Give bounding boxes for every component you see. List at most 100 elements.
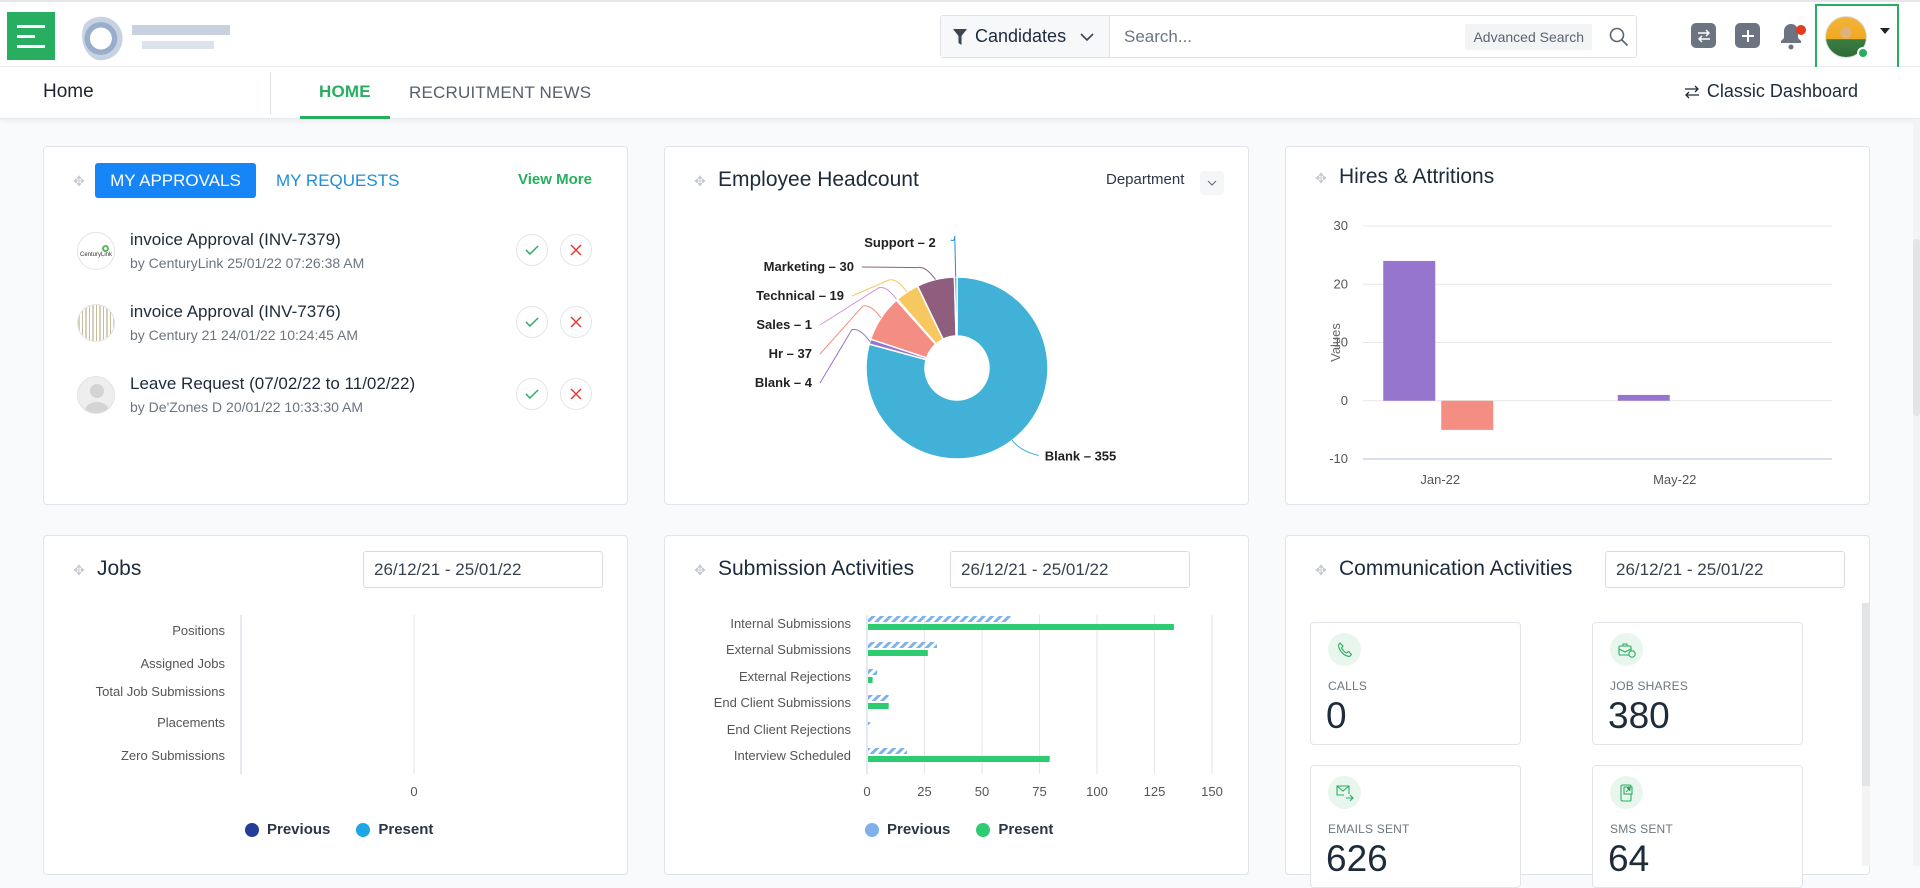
drag-handle-icon[interactable]: ✥ <box>71 173 87 189</box>
plus-icon <box>1741 29 1754 42</box>
search-input[interactable] <box>1110 16 1466 57</box>
communication-scrollbar[interactable] <box>1862 603 1870 866</box>
y-tick-label: Placements <box>157 715 225 730</box>
stat-label: JOB SHARES <box>1610 679 1689 693</box>
top-bar: Candidates Advanced Search <box>0 0 1920 69</box>
communication-title: Communication Activities <box>1339 557 1573 580</box>
bar-present <box>868 650 928 656</box>
jobs-bar-chart: Positions Assigned Jobs Total Job Submissi… <box>96 615 418 799</box>
bar-present <box>868 677 873 683</box>
approval-item[interactable]: invoice Approval (INV-7376) by Century 2… <box>77 302 597 360</box>
bar-previous <box>868 616 1011 622</box>
filter-icon <box>953 28 967 45</box>
switch-button[interactable] <box>1691 23 1716 48</box>
y-tick-label: Total Job Submissions <box>96 684 226 699</box>
y-tick-label: -10 <box>1329 451 1348 466</box>
stat-value: 380 <box>1608 695 1670 736</box>
sub-navigation: Home HOME RECRUITMENT NEWS Classic Dashb… <box>0 67 1920 119</box>
bar-previous <box>868 695 889 701</box>
century21-logo <box>77 304 115 342</box>
communication-date-range-input[interactable]: 26/12/21 - 25/01/22 <box>1605 551 1845 588</box>
online-status-indicator <box>1857 47 1869 59</box>
divider <box>270 72 271 114</box>
pie-leader-line <box>1011 440 1039 456</box>
sms-sent-icon <box>1619 783 1633 802</box>
x-tick-label: May-22 <box>1653 472 1696 487</box>
scrollbar-thumb[interactable] <box>1862 603 1870 786</box>
bar-present <box>868 624 1174 630</box>
search-filter-select[interactable]: Candidates <box>941 16 1110 57</box>
hamburger-menu-button[interactable] <box>7 12 55 60</box>
briefcase-share-icon <box>1617 642 1636 658</box>
advanced-search-button[interactable]: Advanced Search <box>1465 23 1592 50</box>
y-tick-label: Assigned Jobs <box>140 656 225 671</box>
stat-card-job-shares[interactable]: JOB SHARES 380 <box>1592 622 1803 745</box>
stat-card-sms-sent[interactable]: SMS SENT 64 <box>1592 765 1803 888</box>
company-logo[interactable] <box>82 11 277 61</box>
tab-my-approvals[interactable]: MY APPROVALS <box>95 163 256 198</box>
swap-icon <box>1697 29 1710 42</box>
view-more-link[interactable]: View More <box>518 171 592 188</box>
approve-button[interactable] <box>516 378 548 410</box>
tab-home[interactable]: HOME <box>300 67 390 119</box>
submissions-bar-chart: 0 25 50 75 100 125 150 Internal Submissions Exte… <box>714 615 1223 799</box>
legend-item-present[interactable]: Present <box>976 821 1053 838</box>
reject-button[interactable] <box>560 234 592 266</box>
approval-title: Leave Request (07/02/22 to 11/02/22) <box>130 374 416 393</box>
approval-title: invoice Approval (INV-7376) <box>130 302 341 321</box>
y-tick-label: 0 <box>1341 393 1348 408</box>
legend-item-previous[interactable]: Previous <box>865 821 950 838</box>
stat-value: 626 <box>1326 838 1388 879</box>
pie-label: Marketing – 30 <box>764 259 854 274</box>
tab-my-requests[interactable]: MY REQUESTS <box>276 171 399 191</box>
drag-handle-icon[interactable]: ✥ <box>1313 562 1329 578</box>
classic-dashboard-link[interactable]: Classic Dashboard <box>1683 81 1858 102</box>
approval-item[interactable]: Leave Request (07/02/22 to 11/02/22) by … <box>77 374 597 432</box>
stat-card-emails-sent[interactable]: EMAILS SENT 626 <box>1310 765 1521 888</box>
stat-card-calls[interactable]: CALLS 0 <box>1310 622 1521 745</box>
y-tick-label: Internal Submissions <box>730 616 851 631</box>
tab-recruitment-news[interactable]: RECRUITMENT NEWS <box>409 67 591 119</box>
email-sent-icon <box>1335 784 1354 801</box>
swap-icon <box>1684 85 1699 98</box>
legend-item-previous[interactable]: Previous <box>245 821 330 838</box>
scrollbar-thumb[interactable] <box>1913 239 1920 416</box>
add-button[interactable] <box>1735 23 1760 48</box>
y-tick-label: External Rejections <box>739 669 851 684</box>
reject-button[interactable] <box>560 306 592 338</box>
pie-label: Support – 2 <box>864 235 936 250</box>
stat-value: 64 <box>1608 838 1650 879</box>
reject-button[interactable] <box>560 378 592 410</box>
approve-button[interactable] <box>516 234 548 266</box>
stat-value: 0 <box>1326 695 1347 736</box>
notifications-button[interactable] <box>1780 20 1806 50</box>
bar-previous <box>868 722 871 728</box>
bar-previous <box>868 642 937 648</box>
pie-leader-line <box>819 328 871 384</box>
search-button[interactable] <box>1602 27 1636 47</box>
approval-item[interactable]: CenturyLink invoice Approval (INV-7379) … <box>77 230 597 288</box>
pie-label: Blank – 355 <box>1045 448 1117 463</box>
bar-hires <box>1383 260 1436 401</box>
global-search: Candidates Advanced Search <box>940 15 1637 58</box>
y-tick-label: End Client Rejections <box>727 722 852 737</box>
approve-button[interactable] <box>516 306 548 338</box>
y-tick-label: Positions <box>172 623 225 638</box>
approval-subtitle: by De'Zones D 20/01/22 10:33:30 AM <box>130 399 364 415</box>
pie-label: Technical – 19 <box>756 288 844 303</box>
notification-badge <box>1796 25 1806 35</box>
jobs-legend: Previous Present <box>245 821 433 838</box>
hires-bar-chart: 3020100-10ValuesJan-22 May-22 <box>1328 218 1832 487</box>
bar-previous <box>868 669 878 675</box>
approval-subtitle: by CenturyLink 25/01/22 07:26:38 AM <box>130 255 365 271</box>
close-icon <box>570 244 582 256</box>
pie-label: Hr – 37 <box>769 346 812 361</box>
page-scrollbar[interactable] <box>1913 119 1920 866</box>
user-avatar <box>1825 16 1869 59</box>
legend-item-present[interactable]: Present <box>356 821 433 838</box>
bar-attritions <box>1441 400 1494 430</box>
y-tick-label: External Submissions <box>726 642 851 657</box>
stat-label: CALLS <box>1328 679 1368 693</box>
stat-label: SMS SENT <box>1610 822 1673 836</box>
user-menu[interactable] <box>1815 4 1899 69</box>
